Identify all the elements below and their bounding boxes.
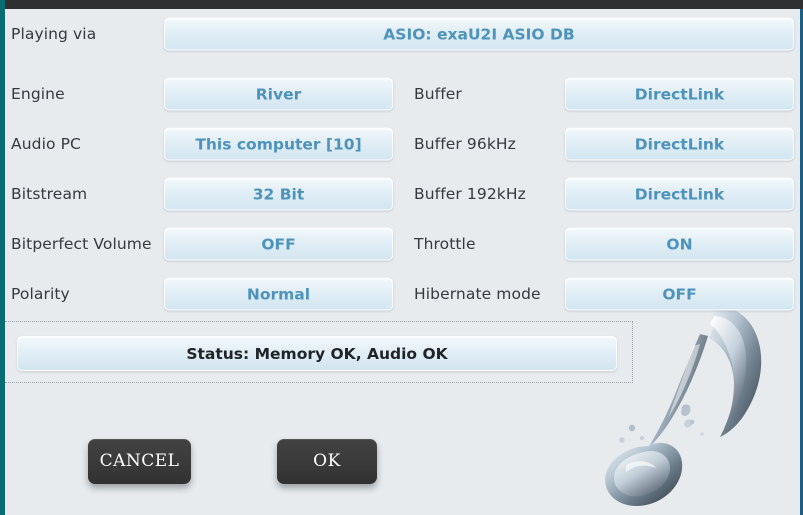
row-polarity-hibernate: Polarity Normal Hibernate mode OFF bbox=[5, 269, 800, 319]
value-playing-via[interactable]: ASIO: exaU2I ASIO DB bbox=[164, 17, 794, 51]
status-zone: Status: Memory OK, Audio OK bbox=[5, 321, 633, 383]
value-buffer-192khz[interactable]: DirectLink bbox=[565, 177, 794, 211]
label-buffer-192khz: Buffer 192kHz bbox=[414, 185, 526, 203]
window-left-edge bbox=[0, 0, 5, 515]
row-playing-via: Playing via ASIO: exaU2I ASIO DB bbox=[5, 9, 800, 59]
label-hibernate-mode: Hibernate mode bbox=[414, 285, 541, 303]
row-bitperfect-throttle: Bitperfect Volume OFF Throttle ON bbox=[5, 219, 800, 269]
row-audiopc-buffer96: Audio PC This computer [10] Buffer 96kHz… bbox=[5, 119, 800, 169]
row-bitstream-buffer192: Bitstream 32 Bit Buffer 192kHz DirectLin… bbox=[5, 169, 800, 219]
label-playing-via: Playing via bbox=[11, 25, 97, 43]
value-throttle[interactable]: ON bbox=[565, 227, 794, 261]
audio-settings-window: Playing via ASIO: exaU2I ASIO DB Engine … bbox=[0, 0, 803, 515]
status-badge: Status: Memory OK, Audio OK bbox=[17, 336, 617, 371]
value-bitstream[interactable]: 32 Bit bbox=[164, 177, 393, 211]
settings-content: Playing via ASIO: exaU2I ASIO DB Engine … bbox=[5, 9, 800, 515]
label-audio-pc: Audio PC bbox=[11, 135, 81, 153]
value-hibernate-mode[interactable]: OFF bbox=[565, 277, 794, 311]
value-polarity[interactable]: Normal bbox=[164, 277, 393, 311]
value-engine[interactable]: River bbox=[164, 77, 393, 111]
label-polarity: Polarity bbox=[11, 285, 70, 303]
value-audio-pc[interactable]: This computer [10] bbox=[164, 127, 393, 161]
row-engine-buffer: Engine River Buffer DirectLink bbox=[5, 69, 800, 119]
label-bitperfect-volume: Bitperfect Volume bbox=[11, 235, 152, 253]
value-buffer-96khz[interactable]: DirectLink bbox=[565, 127, 794, 161]
label-buffer: Buffer bbox=[414, 85, 462, 103]
value-buffer[interactable]: DirectLink bbox=[565, 77, 794, 111]
cancel-button[interactable]: CANCEL bbox=[88, 439, 191, 484]
window-titlebar bbox=[0, 0, 803, 9]
label-throttle: Throttle bbox=[414, 235, 476, 253]
label-bitstream: Bitstream bbox=[11, 185, 88, 203]
value-bitperfect-volume[interactable]: OFF bbox=[164, 227, 393, 261]
label-buffer-96khz: Buffer 96kHz bbox=[414, 135, 516, 153]
label-engine: Engine bbox=[11, 85, 65, 103]
ok-button[interactable]: OK bbox=[277, 439, 377, 484]
